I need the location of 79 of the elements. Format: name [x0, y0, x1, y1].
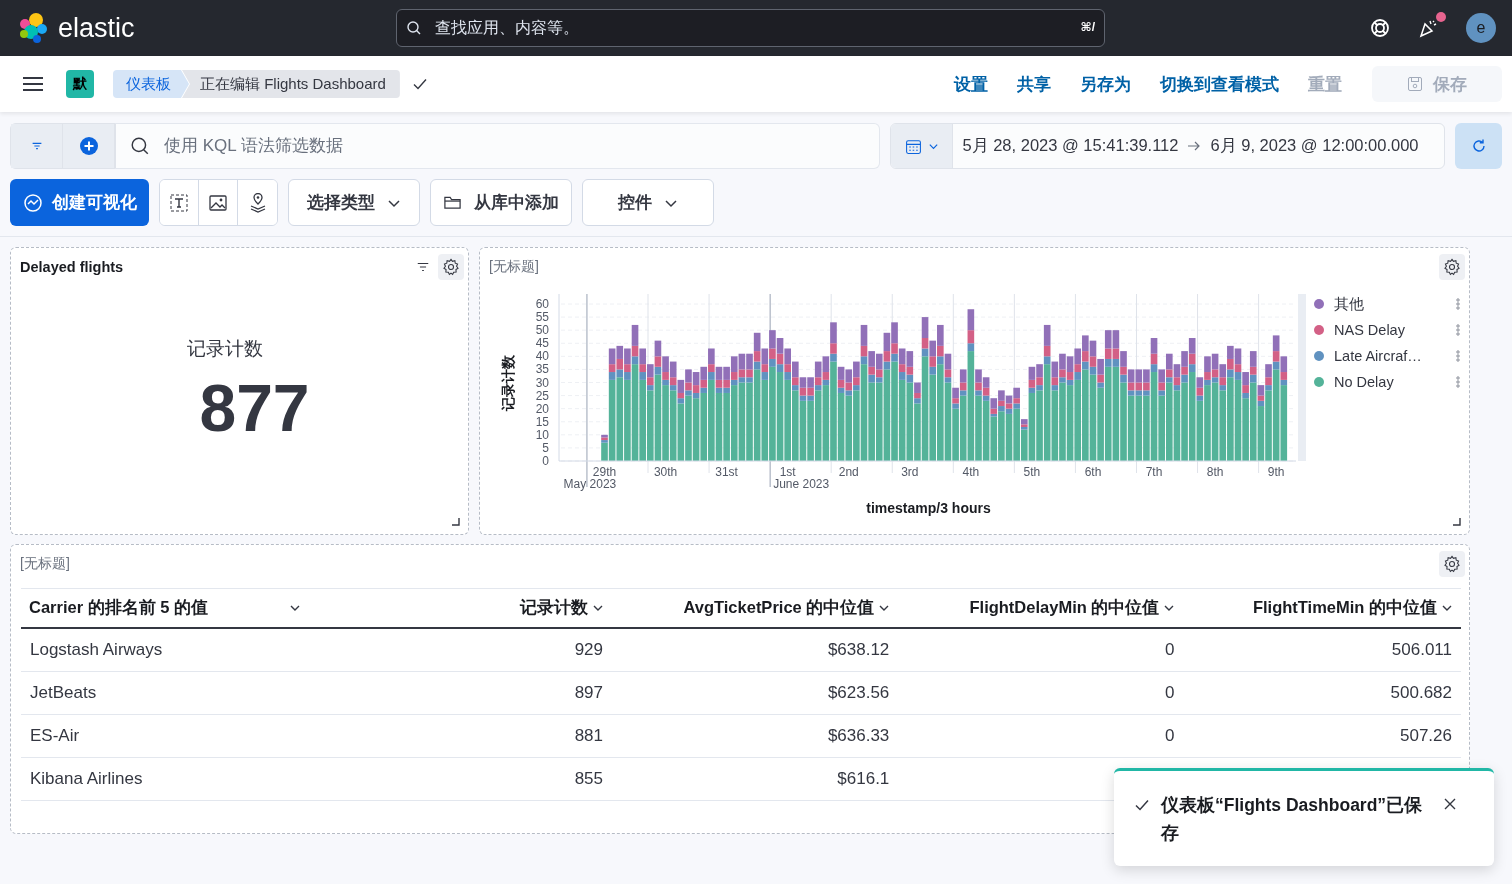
user-avatar[interactable]: e: [1466, 13, 1496, 43]
y-tick-label: 50: [535, 323, 549, 338]
breadcrumb[interactable]: 仪表板: [113, 70, 189, 98]
x-tick-label: 8th: [1206, 465, 1224, 479]
legend-label[interactable]: Late Aircraf…: [1334, 348, 1422, 364]
y-tick-label: 5: [542, 440, 549, 455]
breadcrumb[interactable]: 正在编辑 Flights Dashboard: [182, 70, 400, 98]
create-visualization-button[interactable]: 创建可视化: [10, 179, 149, 226]
table-cell: 0: [1164, 640, 1175, 659]
table-cell: ES-Air: [30, 726, 80, 745]
y-tick-label: 30: [535, 375, 549, 390]
legend-label[interactable]: No Delay: [1334, 374, 1394, 390]
y-tick-label: 15: [535, 414, 549, 429]
panel-title: [无标题]: [20, 555, 70, 573]
x-tick-label: 2nd: [838, 465, 859, 479]
column-header[interactable]: FlightTimeMin 的中位值: [1252, 597, 1453, 619]
x-tick-label: 7th: [1145, 465, 1163, 479]
y-axis-title: 记录计数: [500, 354, 516, 411]
y-tick-label: 40: [535, 349, 549, 364]
table-cell: 500.682: [1390, 683, 1452, 702]
x-axis-month-label: June 2023: [773, 477, 830, 491]
toast-title: 仪表板“Flights Dashboard”已保存: [1161, 794, 1424, 845]
table-cell: 855: [574, 769, 603, 788]
legend-label[interactable]: NAS Delay: [1334, 322, 1405, 338]
x-tick-label: 31st: [715, 465, 738, 479]
y-tick-label: 55: [535, 310, 549, 325]
y-tick-label: 0: [542, 454, 549, 468]
x-tick-label: 30th: [653, 465, 678, 479]
panel-title: [无标题]: [489, 258, 539, 276]
table-cell: JetBeats: [30, 683, 97, 702]
controls-button[interactable]: 控件: [582, 179, 714, 226]
add-from-library-button[interactable]: 从库中添加: [430, 179, 572, 226]
end-date-button[interactable]: 6月 9, 2023 @ 12:00:00.000: [1201, 135, 1428, 157]
table-cell: 0: [1164, 683, 1175, 702]
table-cell: 0: [1164, 726, 1175, 745]
y-tick-label: 25: [535, 388, 549, 403]
start-date-button[interactable]: 5月 28, 2023 @ 15:41:39.112: [953, 135, 1188, 157]
y-tick-label: 60: [535, 297, 549, 311]
table-cell: 881: [574, 726, 603, 745]
x-tick-label: 4th: [962, 465, 980, 479]
space-badge[interactable]: 默: [66, 70, 94, 98]
table-cell: $623.56: [827, 683, 890, 702]
x-tick-label: 3rd: [901, 465, 919, 479]
y-tick-label: 20: [535, 401, 549, 416]
x-axis-month-label: May 2023: [563, 477, 617, 491]
y-tick-label: 45: [535, 336, 549, 351]
table-cell: $638.12: [827, 640, 890, 659]
table-cell: 897: [574, 683, 603, 702]
menu-link[interactable]: 设置: [954, 72, 988, 96]
legend-label[interactable]: 其他: [1334, 294, 1364, 314]
shortcut-hint: ⌘/: [1080, 20, 1095, 34]
table-cell: Kibana Airlines: [30, 769, 143, 788]
menu-link[interactable]: 共享: [1017, 72, 1051, 96]
x-tick-label: 5th: [1023, 465, 1041, 479]
column-header[interactable]: AvgTicketPrice 的中位值: [683, 597, 891, 619]
x-axis-title: timestamp/3 hours: [866, 500, 991, 516]
metric-value: 877: [199, 370, 310, 446]
menu-link[interactable]: 另存为: [1080, 72, 1131, 96]
menu-link[interactable]: 切换到查看模式: [1160, 72, 1279, 96]
select-type-button[interactable]: 选择类型: [288, 179, 420, 226]
panel-title: Delayed flights: [20, 259, 124, 275]
table-cell: $616.1: [837, 769, 890, 788]
x-tick-label: 6th: [1084, 465, 1102, 479]
y-tick-label: 10: [535, 427, 549, 442]
table-cell: $636.33: [827, 726, 890, 745]
brand-name: elastic: [58, 12, 135, 44]
y-tick-label: 35: [535, 362, 549, 377]
x-tick-label: 9th: [1267, 465, 1285, 479]
column-header[interactable]: Carrier 的排名前 5 的值: [29, 597, 301, 619]
table-cell: 929: [574, 640, 603, 659]
metric-label: 记录计数: [186, 337, 263, 361]
table-cell: 507.26: [1400, 726, 1452, 745]
x-tick-label: 1st: [779, 465, 796, 479]
column-header[interactable]: FlightDelayMin 的中位值: [969, 597, 1176, 619]
x-tick-label: 29th: [592, 465, 617, 479]
column-header[interactable]: 记录计数: [520, 597, 604, 619]
table-cell: Logstash Airways: [30, 640, 163, 659]
query-field[interactable]: 使用 KQL 语法筛选数据: [116, 123, 881, 169]
table-cell: 506.011: [1391, 640, 1452, 659]
